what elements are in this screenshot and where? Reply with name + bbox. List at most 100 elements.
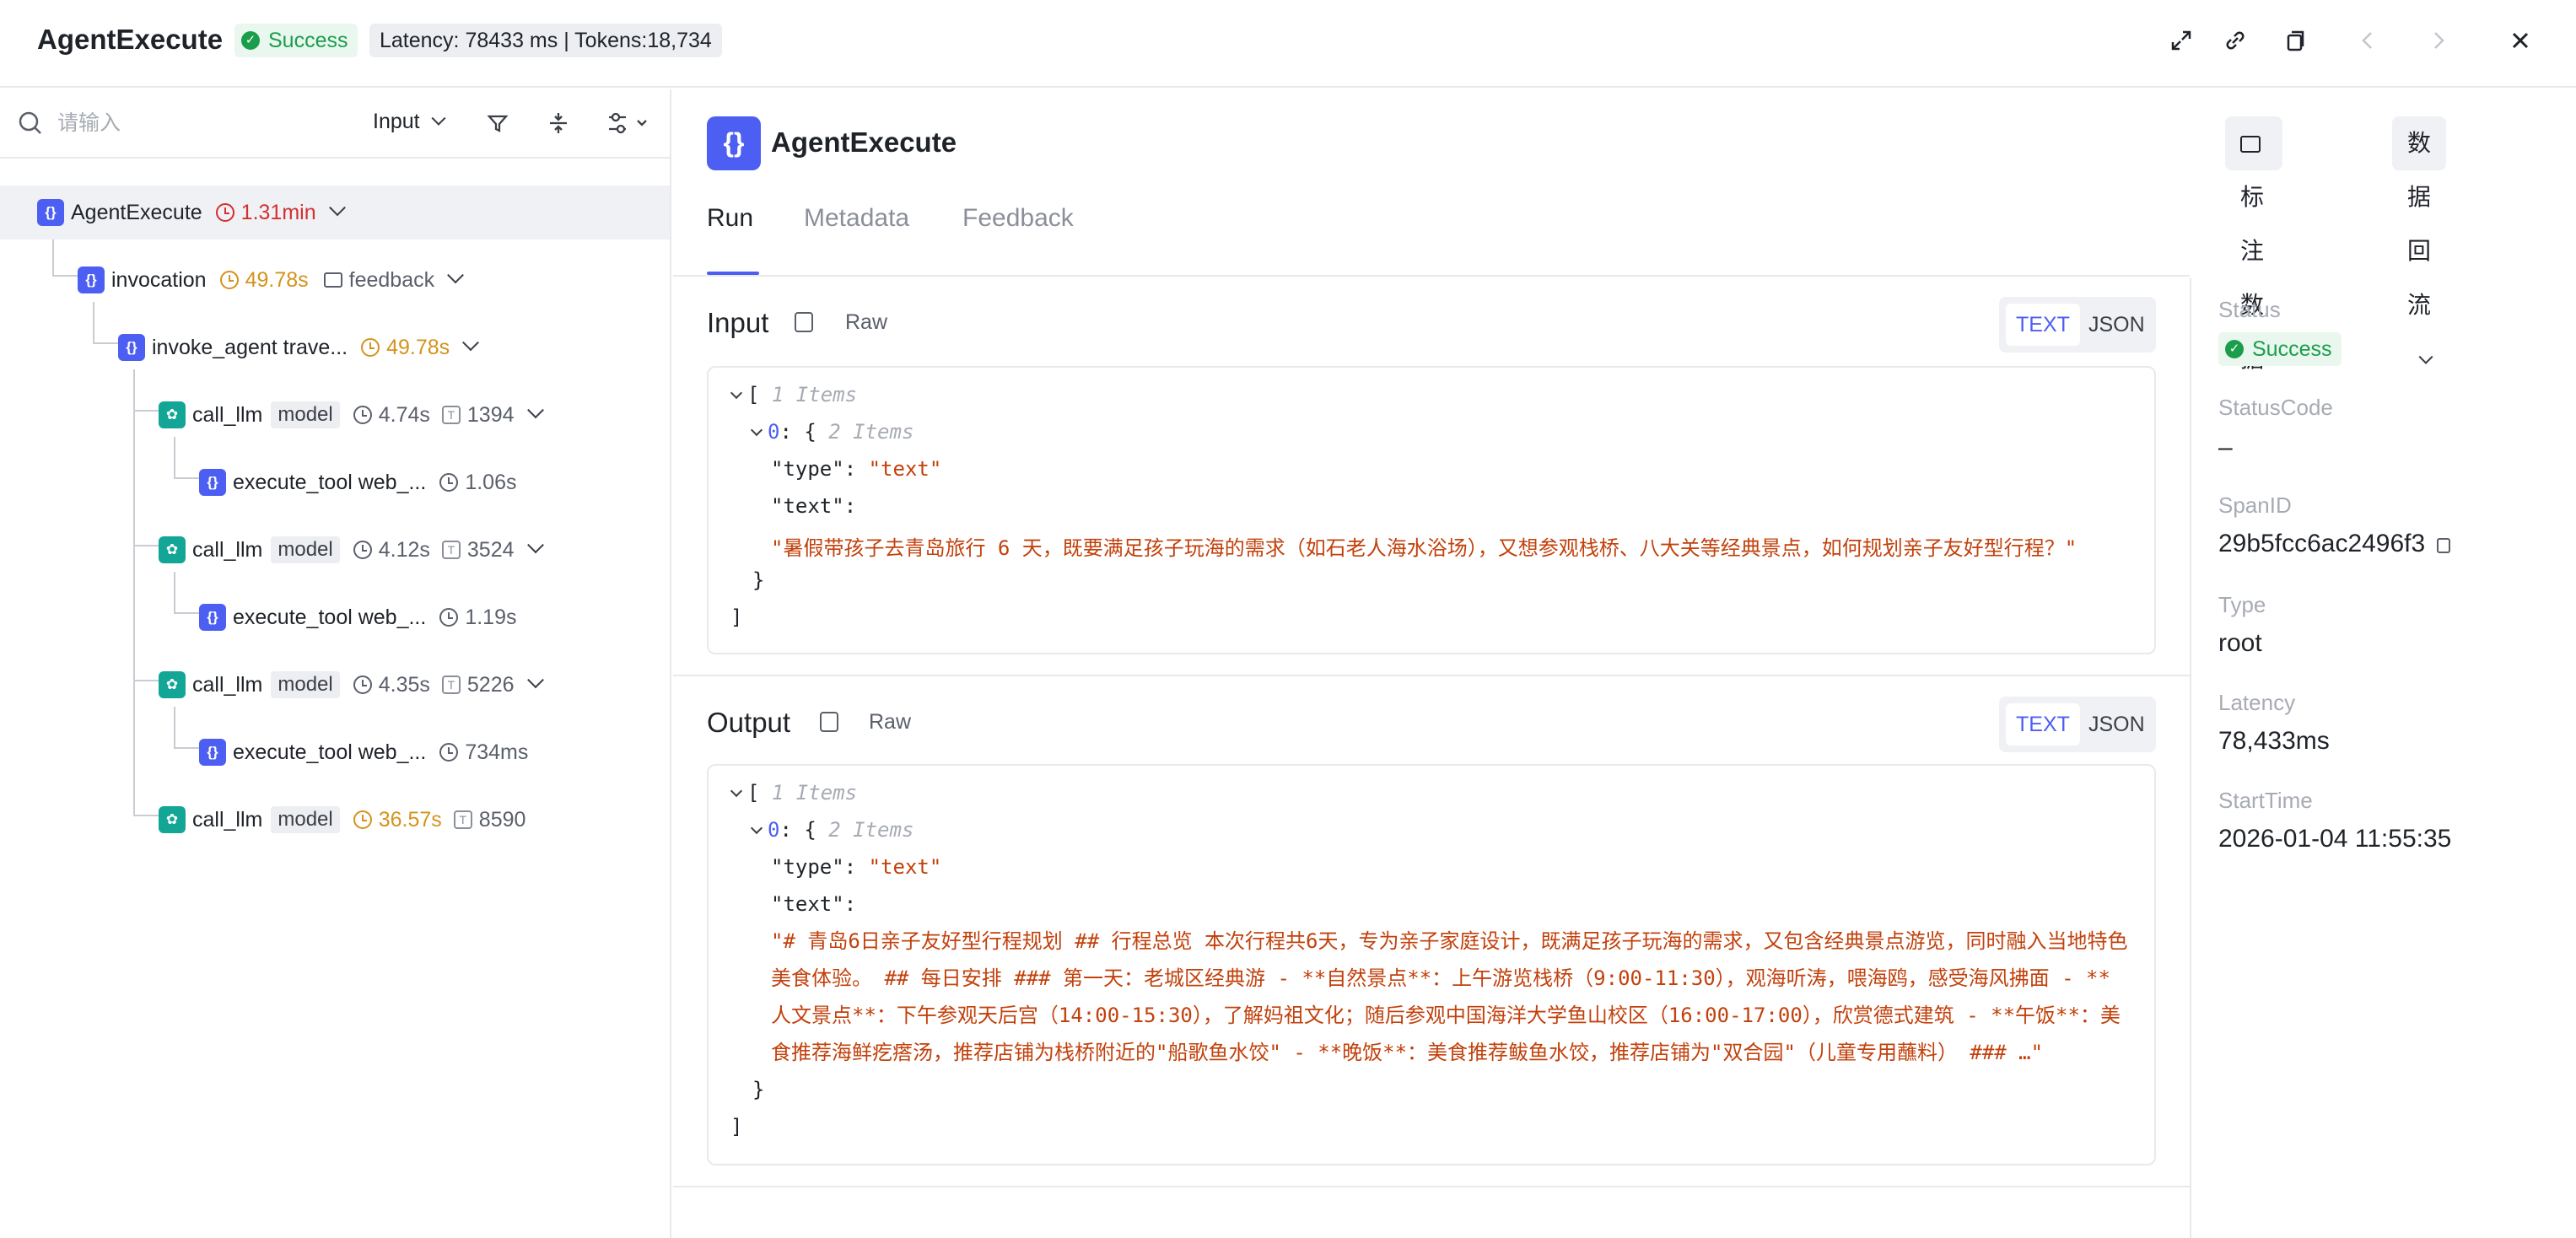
model-tag: model bbox=[271, 671, 340, 698]
caret-icon[interactable] bbox=[750, 821, 763, 835]
tree-connector bbox=[133, 545, 159, 546]
duration: 4.35s bbox=[353, 673, 430, 697]
tree-node-agentexecute[interactable]: {} AgentExecute 1.31min bbox=[0, 186, 670, 240]
spanid-label: SpanID bbox=[2218, 493, 2292, 518]
tree-node-call-llm[interactable]: ✿ call_llm model 4.74s T 1394 bbox=[159, 388, 544, 442]
text-format-button[interactable]: TEXT bbox=[2006, 304, 2080, 346]
expand-icon[interactable] bbox=[2166, 25, 2196, 56]
input-section-title: Input bbox=[707, 307, 769, 338]
filter-icon[interactable] bbox=[482, 108, 513, 138]
tree-connector bbox=[52, 234, 54, 275]
caret-icon[interactable] bbox=[730, 386, 743, 400]
annotate-button[interactable]: 标注数据 bbox=[2225, 116, 2282, 372]
check-icon: ✓ bbox=[2225, 340, 2244, 358]
tab-run[interactable]: Run bbox=[707, 204, 753, 233]
caret-icon[interactable] bbox=[730, 784, 743, 798]
braces-icon: {} bbox=[37, 199, 64, 226]
copy-icon[interactable] bbox=[2281, 25, 2311, 56]
llm-icon: ✿ bbox=[159, 401, 186, 428]
search-icon bbox=[15, 108, 46, 138]
json-close-bracket: ] bbox=[730, 606, 743, 629]
tree-connector bbox=[93, 302, 94, 342]
statuscode-value: – bbox=[2218, 433, 2233, 461]
token-count: T 3524 bbox=[441, 538, 515, 562]
chevron-down-icon[interactable] bbox=[526, 671, 544, 689]
tree-connector bbox=[52, 275, 78, 277]
annotate-icon bbox=[2240, 136, 2261, 153]
tree-connector bbox=[174, 707, 175, 747]
token-count: T 5226 bbox=[441, 673, 515, 697]
latency-value: 78,433ms bbox=[2218, 727, 2330, 755]
spanid-value: 29b5fcc6ac2496f3 bbox=[2218, 530, 2451, 558]
json-text-key: "text": bbox=[771, 892, 857, 916]
tree-node-invocation[interactable]: {} invocation 49.78s feedback bbox=[78, 253, 465, 307]
tree-connector bbox=[93, 342, 118, 344]
clock-icon bbox=[353, 541, 372, 559]
llm-icon: ✿ bbox=[159, 671, 186, 698]
close-icon[interactable] bbox=[2505, 25, 2536, 56]
tree-connector bbox=[133, 680, 159, 681]
clock-icon bbox=[353, 406, 372, 424]
copy-icon[interactable] bbox=[2437, 538, 2451, 553]
clock-icon bbox=[353, 810, 372, 829]
chevron-down-icon[interactable] bbox=[328, 199, 346, 217]
clock-icon bbox=[215, 203, 234, 222]
tree-node-execute-tool[interactable]: {} execute_tool web_... 1.19s bbox=[199, 590, 517, 644]
tree-node-execute-tool[interactable]: {} execute_tool web_... 1.06s bbox=[199, 455, 517, 509]
data-reflow-button[interactable]: 数据回流 bbox=[2392, 116, 2447, 364]
json-format-button[interactable]: JSON bbox=[2078, 703, 2155, 745]
tree-node-invoke-agent[interactable]: {} invoke_agent trave... 49.78s bbox=[118, 320, 480, 374]
json-array-line: [ 1 Items bbox=[730, 383, 857, 406]
link-icon[interactable] bbox=[2220, 25, 2250, 56]
duration: 4.12s bbox=[353, 538, 430, 562]
clock-icon bbox=[439, 743, 459, 762]
chevron-down-icon[interactable] bbox=[526, 401, 544, 419]
json-format-button[interactable]: JSON bbox=[2078, 304, 2155, 346]
latency-label: Latency bbox=[2218, 690, 2296, 715]
page-title: AgentExecute bbox=[37, 24, 224, 55]
raw-toggle[interactable]: Raw bbox=[869, 710, 911, 735]
llm-icon: ✿ bbox=[159, 806, 186, 833]
chevron-down-icon[interactable] bbox=[462, 334, 480, 352]
json-object-line: 0: { 2 Items bbox=[750, 420, 913, 444]
filter-select[interactable]: Input bbox=[373, 110, 446, 134]
json-type-line: "type": "text" bbox=[771, 855, 942, 879]
braces-icon: {} bbox=[78, 266, 105, 293]
next-icon[interactable] bbox=[2422, 25, 2453, 56]
chevron-down-icon bbox=[431, 110, 446, 126]
json-text-key: "text": bbox=[771, 494, 857, 518]
copy-icon[interactable] bbox=[820, 712, 838, 732]
clock-icon bbox=[439, 608, 459, 627]
tree-connector bbox=[174, 612, 199, 614]
tree-node-call-llm[interactable]: ✿ call_llm model 36.57s T 8590 bbox=[159, 793, 525, 847]
chevron-down-icon[interactable] bbox=[526, 536, 544, 554]
token-icon: T bbox=[441, 406, 461, 424]
tree-node-execute-tool[interactable]: {} execute_tool web_... 734ms bbox=[199, 725, 528, 779]
raw-toggle[interactable]: Raw bbox=[845, 310, 887, 335]
copy-icon[interactable] bbox=[795, 312, 813, 332]
settings-dropdown-icon[interactable] bbox=[604, 108, 655, 138]
duration: 1.06s bbox=[439, 471, 517, 495]
text-format-button[interactable]: TEXT bbox=[2006, 703, 2080, 745]
collapse-icon[interactable] bbox=[543, 108, 574, 138]
duration: 49.78s bbox=[361, 336, 450, 360]
type-label: Type bbox=[2218, 592, 2266, 617]
tree-node-call-llm[interactable]: ✿ call_llm model 4.35s T 5226 bbox=[159, 658, 544, 712]
tree-node-call-llm[interactable]: ✿ call_llm model 4.12s T 3524 bbox=[159, 523, 544, 577]
tab-feedback[interactable]: Feedback bbox=[962, 204, 1074, 233]
tree-connector bbox=[133, 369, 135, 815]
statuscode-label: StatusCode bbox=[2218, 395, 2333, 420]
latency-tokens-badge: Latency: 78433 ms | Tokens:18,734 bbox=[369, 24, 722, 57]
llm-icon: ✿ bbox=[159, 536, 186, 563]
tree-connector bbox=[174, 437, 175, 477]
braces-icon: {} bbox=[118, 334, 145, 361]
prev-icon[interactable] bbox=[2353, 25, 2384, 56]
starttime-label: StartTime bbox=[2218, 788, 2313, 813]
search-input[interactable] bbox=[57, 106, 310, 140]
caret-icon[interactable] bbox=[750, 423, 763, 437]
tab-metadata[interactable]: Metadata bbox=[804, 204, 909, 233]
chevron-down-icon[interactable] bbox=[447, 266, 465, 284]
braces-icon: {} bbox=[707, 116, 761, 170]
json-close-brace: } bbox=[752, 568, 765, 592]
trace-tree-pane: Input {} AgentExecute 1.31min {} invocat… bbox=[0, 89, 671, 1238]
